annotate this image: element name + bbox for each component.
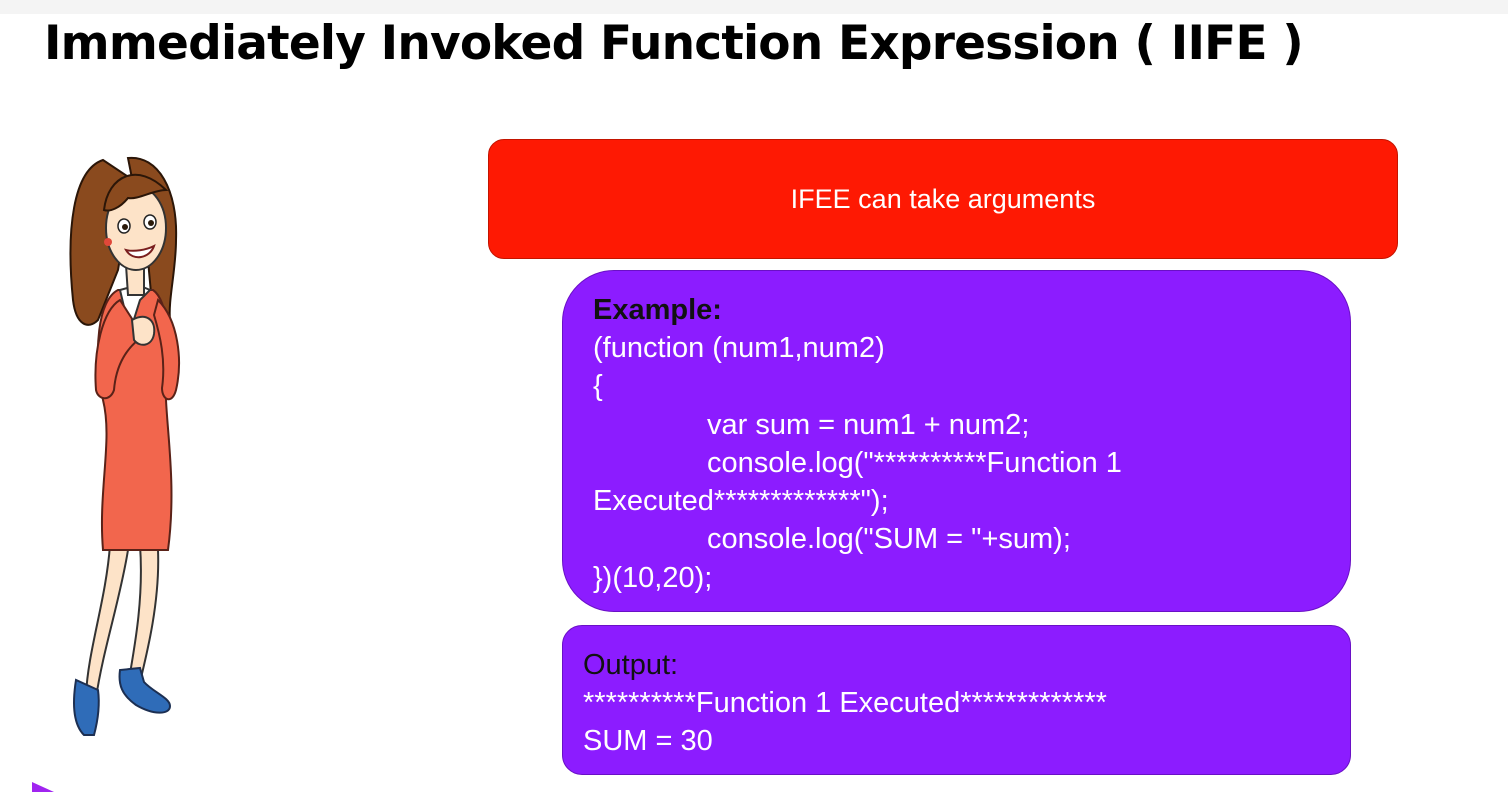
code-line: (function (num1,num2) — [593, 332, 885, 364]
key-point-banner: IFEE can take arguments — [488, 139, 1398, 259]
code-line: console.log("**********Function 1 — [707, 446, 1122, 479]
code-line: var sum = num1 + num2; — [707, 408, 1030, 441]
output-line: SUM = 30 — [583, 725, 713, 758]
corner-decoration — [32, 782, 54, 792]
top-strip — [0, 0, 1508, 14]
code-line: { — [593, 370, 603, 403]
code-line: Executed*************"); — [593, 485, 889, 518]
banner-text: IFEE can take arguments — [790, 183, 1096, 214]
slide-title: Immediately Invoked Function Expression … — [44, 16, 1304, 71]
output-line: **********Function 1 Executed***********… — [583, 687, 1107, 719]
code-example-panel: Example: (function (num1,num2) { var sum… — [562, 270, 1351, 612]
woman-presenter-icon — [69, 156, 180, 736]
presenter-illustration — [58, 150, 208, 742]
example-heading: Example: — [593, 294, 722, 326]
code-line: console.log("SUM = "+sum); — [707, 523, 1071, 556]
output-heading: Output: — [583, 649, 679, 681]
code-line: })(10,20); — [593, 561, 713, 594]
code-output-panel: Output: **********Function 1 Executed***… — [562, 625, 1351, 775]
